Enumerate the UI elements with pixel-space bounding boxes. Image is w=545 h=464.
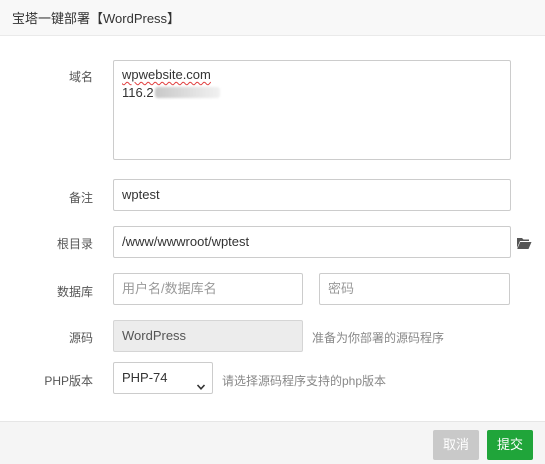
- cancel-button[interactable]: 取消: [433, 430, 479, 460]
- domain-line-1: wpwebsite.com: [122, 67, 211, 82]
- db-password-input[interactable]: 密码: [319, 273, 510, 305]
- root-dir-label: 根目录: [56, 237, 93, 251]
- php-version-selected: PHP-74: [122, 370, 168, 385]
- php-version-hint: 请选择源码程序支持的php版本: [222, 374, 387, 388]
- domain-line-2: 116.2: [122, 84, 220, 102]
- dialog-title: 宝塔一键部署【WordPress】: [12, 11, 181, 26]
- domain-textarea[interactable]: wpwebsite.com 116.2: [113, 60, 511, 160]
- php-version-select[interactable]: PHP-74: [113, 362, 213, 394]
- folder-open-icon[interactable]: [516, 236, 532, 250]
- remark-label: 备注: [68, 191, 93, 205]
- db-user-input[interactable]: 用户名/数据库名: [113, 273, 303, 305]
- php-version-label: PHP版本: [44, 374, 93, 388]
- redacted-ip-blur: [155, 87, 220, 98]
- root-dir-input[interactable]: /www/wwwroot/wptest: [113, 226, 511, 258]
- source-label: 源码: [68, 331, 93, 345]
- domain-label: 域名: [68, 70, 93, 84]
- submit-button[interactable]: 提交: [487, 430, 533, 460]
- source-input: WordPress: [113, 320, 303, 352]
- remark-input[interactable]: wptest: [113, 179, 511, 211]
- database-label: 数据库: [56, 285, 93, 299]
- chevron-down-icon: [196, 373, 206, 390]
- dialog-footer: 取消 提交: [0, 421, 545, 464]
- domain-line-2-text: 116.2: [122, 85, 154, 100]
- dialog-title-bar: 宝塔一键部署【WordPress】: [0, 0, 545, 36]
- source-hint: 准备为你部署的源码程序: [312, 331, 445, 345]
